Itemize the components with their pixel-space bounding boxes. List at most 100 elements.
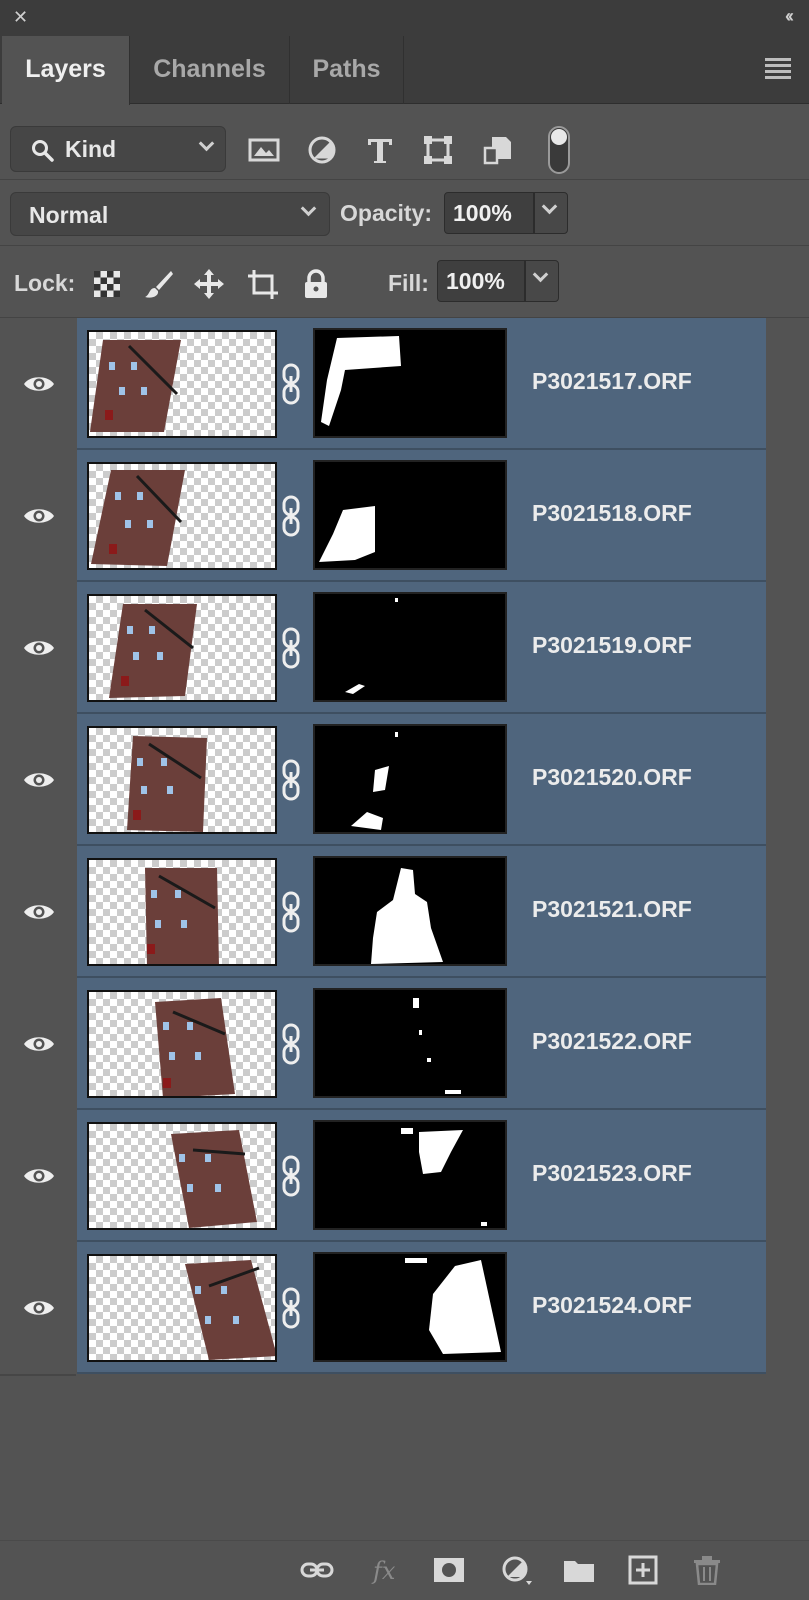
layer-body[interactable]: P3021521.ORF — [77, 846, 766, 978]
layer-body[interactable]: P3021517.ORF — [77, 318, 766, 450]
layer-name[interactable]: P3021520.ORF — [532, 764, 692, 791]
layer-row[interactable]: P3021521.ORF — [0, 846, 809, 980]
lock-row: Lock: Fill: 100% — [0, 246, 809, 318]
layer-mask-thumbnail[interactable] — [313, 856, 507, 966]
eye-icon — [24, 1037, 54, 1051]
new-group-icon[interactable] — [562, 1555, 596, 1585]
fill-input[interactable]: 100% — [437, 260, 525, 302]
lock-artboard-icon[interactable] — [247, 268, 279, 300]
opacity-dropdown[interactable] — [534, 192, 568, 234]
mask-link-icon[interactable] — [281, 494, 301, 538]
layer-name[interactable]: P3021522.ORF — [532, 1028, 692, 1055]
kind-filter-label: Kind — [65, 136, 117, 162]
layer-thumbnail[interactable] — [87, 858, 277, 966]
mask-link-icon[interactable] — [281, 1286, 301, 1330]
visibility-toggle[interactable] — [0, 582, 76, 716]
layer-thumbnail[interactable] — [87, 462, 277, 570]
layer-thumbnail[interactable] — [87, 1122, 277, 1230]
visibility-toggle[interactable] — [0, 714, 76, 848]
add-mask-icon[interactable] — [432, 1555, 466, 1585]
new-layer-icon[interactable] — [626, 1555, 660, 1585]
chevron-down-icon — [541, 198, 558, 215]
layer-body[interactable]: P3021519.ORF — [77, 582, 766, 714]
delete-icon[interactable] — [690, 1555, 724, 1585]
layer-mask-thumbnail[interactable] — [313, 724, 507, 834]
type-filter-icon[interactable] — [364, 134, 396, 166]
link-layers-icon[interactable] — [300, 1555, 334, 1585]
visibility-toggle[interactable] — [0, 318, 76, 452]
layers-list[interactable]: P3021517.ORF P3021518.ORF P3021519.ORF P… — [0, 318, 809, 1540]
tab-layers[interactable]: Layers — [2, 36, 130, 105]
layers-scrollbar[interactable] — [766, 318, 809, 1372]
layer-name[interactable]: P3021521.ORF — [532, 896, 692, 923]
layer-row[interactable]: P3021522.ORF — [0, 978, 809, 1112]
opacity-input[interactable]: 100% — [444, 192, 534, 234]
tab-channels[interactable]: Channels — [130, 36, 290, 104]
layer-thumbnail[interactable] — [87, 990, 277, 1098]
shape-filter-icon[interactable] — [422, 134, 454, 166]
adjustment-layer-icon[interactable] — [500, 1555, 534, 1585]
eye-icon — [24, 1301, 54, 1315]
layer-name[interactable]: P3021519.ORF — [532, 632, 692, 659]
layer-body[interactable]: P3021524.ORF — [77, 1242, 766, 1374]
visibility-toggle[interactable] — [0, 846, 76, 980]
fill-label: Fill: — [388, 270, 429, 296]
lock-image-pixels-icon[interactable] — [143, 268, 175, 300]
visibility-toggle[interactable] — [0, 1242, 76, 1376]
layer-row[interactable]: P3021519.ORF — [0, 582, 809, 716]
layer-mask-thumbnail[interactable] — [313, 1252, 507, 1362]
layer-name[interactable]: P3021517.ORF — [532, 368, 692, 395]
svg-text:fx: fx — [371, 1557, 396, 1585]
layer-body[interactable]: P3021518.ORF — [77, 450, 766, 582]
collapse-icon[interactable]: ‹‹ — [785, 6, 794, 27]
layer-mask-thumbnail[interactable] — [313, 328, 507, 438]
image-filter-icon[interactable] — [248, 134, 280, 166]
filter-row: Kind — [0, 104, 809, 180]
chevron-down-icon — [198, 135, 215, 152]
kind-filter-select[interactable]: Kind — [10, 126, 226, 172]
adjustment-filter-icon[interactable] — [306, 134, 338, 166]
layer-row[interactable]: P3021523.ORF — [0, 1110, 809, 1244]
visibility-toggle[interactable] — [0, 978, 76, 1112]
layer-thumbnail[interactable] — [87, 1254, 277, 1362]
layer-name[interactable]: P3021523.ORF — [532, 1160, 692, 1187]
layer-mask-thumbnail[interactable] — [313, 460, 507, 570]
visibility-toggle[interactable] — [0, 450, 76, 584]
fx-icon[interactable]: fx — [370, 1555, 404, 1585]
visibility-toggle[interactable] — [0, 1110, 76, 1244]
blend-mode-select[interactable]: Normal — [10, 192, 330, 236]
mask-link-icon[interactable] — [281, 1154, 301, 1198]
layer-thumbnail[interactable] — [87, 594, 277, 702]
chevron-down-icon — [300, 200, 317, 217]
close-icon[interactable]: ✕ — [13, 8, 31, 26]
layer-body[interactable]: P3021522.ORF — [77, 978, 766, 1110]
smart-object-filter-icon[interactable] — [482, 134, 514, 166]
layer-mask-thumbnail[interactable] — [313, 592, 507, 702]
lock-all-icon[interactable] — [300, 268, 332, 300]
layer-row[interactable]: P3021517.ORF — [0, 318, 809, 452]
mask-link-icon[interactable] — [281, 626, 301, 670]
layer-body[interactable]: P3021523.ORF — [77, 1110, 766, 1242]
layer-row[interactable]: P3021520.ORF — [0, 714, 809, 848]
filter-toggle[interactable] — [548, 126, 570, 174]
layer-mask-thumbnail[interactable] — [313, 988, 507, 1098]
layer-row[interactable]: P3021524.ORF — [0, 1242, 809, 1376]
layer-body[interactable]: P3021520.ORF — [77, 714, 766, 846]
bottom-toolbar: fx — [0, 1540, 809, 1600]
layer-thumbnail[interactable] — [87, 330, 277, 438]
mask-link-icon[interactable] — [281, 1022, 301, 1066]
layer-name[interactable]: P3021524.ORF — [532, 1292, 692, 1319]
layer-mask-thumbnail[interactable] — [313, 1120, 507, 1230]
mask-link-icon[interactable] — [281, 890, 301, 934]
layer-name[interactable]: P3021518.ORF — [532, 500, 692, 527]
panel-menu-icon[interactable] — [765, 58, 791, 79]
lock-position-icon[interactable] — [193, 268, 225, 300]
tab-paths[interactable]: Paths — [290, 36, 404, 104]
mask-link-icon[interactable] — [281, 362, 301, 406]
lock-transparent-pixels-icon[interactable] — [91, 268, 123, 300]
layer-row[interactable]: P3021518.ORF — [0, 450, 809, 584]
fill-dropdown[interactable] — [525, 260, 559, 302]
lock-label: Lock: — [14, 270, 76, 296]
mask-link-icon[interactable] — [281, 758, 301, 802]
layer-thumbnail[interactable] — [87, 726, 277, 834]
